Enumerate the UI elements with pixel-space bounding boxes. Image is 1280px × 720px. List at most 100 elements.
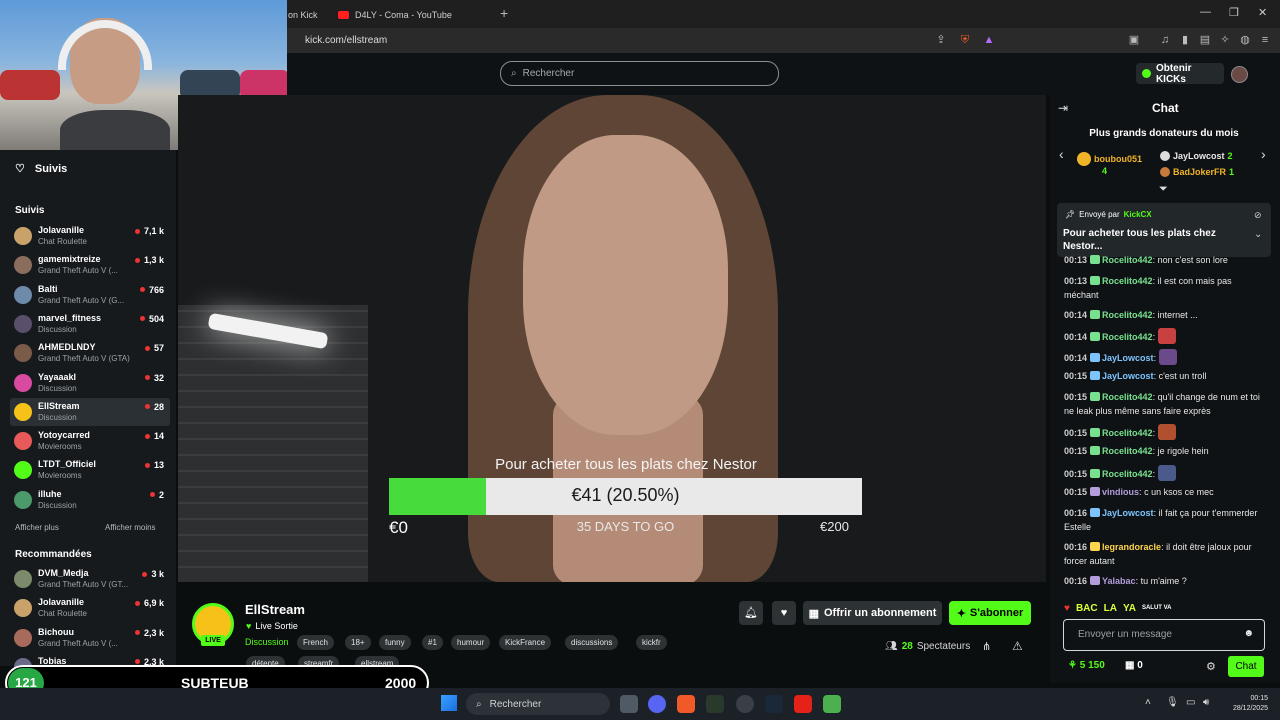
sidebar-channel-ltdt_officiel[interactable]: LTDT_Officiel Movierooms 13 bbox=[10, 456, 170, 484]
vpn-icon[interactable]: ◍ bbox=[1238, 33, 1252, 47]
message-user[interactable]: Rocelito442 bbox=[1102, 392, 1153, 402]
chat-message[interactable]: 00:14 Rocelito442: internet ... bbox=[1064, 308, 1266, 322]
obs-icon[interactable] bbox=[736, 695, 754, 713]
sidebar-channel-illuhe[interactable]: illuhe Discussion 2 bbox=[10, 486, 170, 514]
tag-2[interactable]: funny bbox=[379, 635, 411, 650]
maximize-icon[interactable]: ❐ bbox=[1229, 6, 1239, 19]
sidebar-channel-marvel_fitness[interactable]: marvel_fitness Discussion 504 bbox=[10, 310, 170, 338]
message-user[interactable]: JayLowcost bbox=[1102, 508, 1154, 518]
chat-message[interactable]: 00:14 Rocelito442: bbox=[1064, 328, 1266, 344]
share-icon[interactable]: ⇪ bbox=[934, 33, 948, 47]
filter-icon[interactable]: ⏷ bbox=[1159, 183, 1168, 196]
microphone-icon[interactable]: 🎙︎ bbox=[1166, 697, 1179, 708]
chat-message[interactable]: 00:14 JayLowcost: bbox=[1064, 348, 1266, 365]
subscribe-button[interactable]: ✦ S'abonner bbox=[949, 601, 1031, 625]
chat-message[interactable]: 00:16 legrandoracle: il doit être jaloux … bbox=[1064, 540, 1266, 568]
brave-rewards-icon[interactable]: ▲ bbox=[982, 33, 996, 47]
menu-icon[interactable]: ≡ bbox=[1258, 33, 1272, 47]
windows-start-icon[interactable] bbox=[441, 695, 457, 711]
show-more-link[interactable]: Afficher plus bbox=[15, 523, 59, 532]
notification-bell-button[interactable]: 🔔︎ bbox=[739, 601, 763, 625]
message-user[interactable]: Rocelito442 bbox=[1102, 276, 1153, 286]
message-user[interactable]: legrandoracle bbox=[1102, 542, 1161, 552]
minimize-icon[interactable]: — bbox=[1200, 6, 1211, 18]
taskbar-search[interactable]: ⌕ Rechercher bbox=[466, 693, 610, 715]
get-kicks-button[interactable]: Obtenir KICKs bbox=[1136, 63, 1224, 85]
sidebar-channel-dvm_medja[interactable]: DVM_Medja Grand Theft Auto V (GT... 3 k bbox=[10, 565, 170, 593]
chevron-left-icon[interactable]: ‹ bbox=[1059, 146, 1064, 162]
url-field[interactable]: kick.com/ellstream bbox=[305, 35, 387, 46]
tag-6[interactable]: discussions bbox=[565, 635, 619, 650]
sidebar-channel-jolavanille[interactable]: Jolavanille Chat Roulette 6,9 k bbox=[10, 594, 170, 622]
sidebar-header[interactable]: ♡ Suivis bbox=[15, 162, 67, 176]
sidebar-toggle-icon[interactable]: ▮ bbox=[1178, 33, 1192, 47]
donor-3[interactable]: BadJokerFR 1 bbox=[1160, 167, 1234, 177]
chevron-up-icon[interactable]: ˄ bbox=[1145, 697, 1151, 708]
new-tab-button[interactable]: + bbox=[500, 5, 508, 21]
message-user[interactable]: Rocelito442 bbox=[1102, 255, 1153, 265]
chat-message[interactable]: 00:15 Rocelito442: bbox=[1064, 464, 1266, 481]
gift-count[interactable]: ▦ 0 bbox=[1125, 660, 1143, 671]
leo-ai-icon[interactable]: ✧ bbox=[1218, 33, 1232, 47]
gift-subscription-button[interactable]: ▦ Offrir un abonnement bbox=[803, 601, 942, 625]
unpin-icon[interactable]: ⊘ bbox=[1254, 210, 1262, 221]
sidebar-channel-jolavanille[interactable]: Jolavanille Chat Roulette 7,1 k bbox=[10, 222, 170, 250]
chat-message[interactable]: 00:15 vindious: c un ksos ce mec bbox=[1064, 485, 1266, 499]
tag-5[interactable]: KickFrance bbox=[499, 635, 552, 650]
sidebar-channel-bichouu[interactable]: Bichouu Grand Theft Auto V (... 2,3 k bbox=[10, 624, 170, 652]
stream-category[interactable]: Discussion bbox=[245, 637, 289, 647]
chat-input[interactable]: Envoyer un message ☻ bbox=[1063, 619, 1265, 651]
chevron-down-icon[interactable]: ⌄ bbox=[1254, 229, 1262, 240]
chat-message[interactable]: 00:15 Rocelito442: qu'il change de num et… bbox=[1064, 390, 1266, 418]
channel-points[interactable]: ⚘ 5 150 bbox=[1068, 660, 1105, 671]
sidebar-channel-yotoycarred[interactable]: Yotoycarred Movierooms 14 bbox=[10, 427, 170, 455]
report-icon[interactable]: ⚠ bbox=[1012, 639, 1023, 653]
chevron-right-icon[interactable]: › bbox=[1261, 146, 1266, 162]
tag-1[interactable]: 18+ bbox=[345, 635, 371, 650]
brave-shield-icon[interactable]: ⛨ bbox=[958, 33, 972, 47]
message-user[interactable]: vindious bbox=[1102, 487, 1139, 497]
chat-message[interactable]: 00:13 Rocelito442: il est con mais pas mé… bbox=[1064, 274, 1266, 302]
tag-3[interactable]: #1 bbox=[422, 635, 443, 650]
tag-4[interactable]: humour bbox=[451, 635, 491, 650]
brave-icon[interactable] bbox=[677, 695, 695, 713]
youtube-app-icon[interactable] bbox=[794, 695, 812, 713]
donor-1[interactable]: boubou051 bbox=[1077, 152, 1142, 166]
tag-7[interactable]: kickfr bbox=[636, 635, 667, 650]
music-icon[interactable]: ♫ bbox=[1158, 33, 1172, 47]
message-user[interactable]: Rocelito442 bbox=[1102, 446, 1153, 456]
sidebar-channel-ahmedlndy[interactable]: AHMEDLNDY Grand Theft Auto V (GTA) 57 bbox=[10, 339, 170, 367]
close-icon[interactable]: ✕ bbox=[1258, 6, 1267, 19]
share-icon[interactable]: ⋔ bbox=[982, 640, 991, 653]
sidebar-channel-ellstream[interactable]: EllStream Discussion 28 bbox=[10, 397, 170, 426]
emote-bar[interactable]: ♥ BAC LA YA SALUT VA bbox=[1064, 600, 1264, 616]
settings-icon[interactable]: ⚙ bbox=[1206, 660, 1216, 673]
chat-message[interactable]: 00:15 Rocelito442: je rigole hein bbox=[1064, 444, 1266, 458]
message-user[interactable]: JayLowcost bbox=[1102, 371, 1154, 381]
donor-2[interactable]: JayLowcost 2 bbox=[1160, 151, 1233, 161]
message-user[interactable]: Rocelito442 bbox=[1102, 428, 1153, 438]
collapse-chat-icon[interactable]: ⇥ bbox=[1058, 101, 1068, 115]
clock[interactable]: 00:15 28/12/2025 bbox=[1222, 694, 1268, 714]
app-icon[interactable] bbox=[823, 695, 841, 713]
chat-message[interactable]: 00:15 JayLowcost: c'est un troll bbox=[1064, 369, 1266, 383]
message-user[interactable]: Rocelito442 bbox=[1102, 469, 1153, 479]
discord-icon[interactable] bbox=[648, 695, 666, 713]
chat-message[interactable]: 00:16 Yalabac: tu m'aime ? bbox=[1064, 574, 1266, 588]
tag-0[interactable]: French bbox=[297, 635, 334, 650]
follow-button[interactable]: ♥ bbox=[772, 601, 796, 625]
task-view-icon[interactable] bbox=[620, 695, 638, 713]
screenshot-icon[interactable]: ▣ bbox=[1127, 33, 1141, 47]
steam-icon[interactable] bbox=[765, 695, 783, 713]
emoji-icon[interactable]: ☻ bbox=[1243, 628, 1254, 639]
volume-icon[interactable]: 🔊︎ bbox=[1203, 697, 1209, 708]
network-icon[interactable]: ▭ bbox=[1186, 697, 1195, 708]
tab-youtube[interactable]: D4LY - Coma - YouTube bbox=[338, 4, 452, 26]
kick-app-icon[interactable] bbox=[706, 695, 724, 713]
show-less-link[interactable]: Afficher moins bbox=[105, 523, 156, 532]
message-user[interactable]: Rocelito442 bbox=[1102, 310, 1153, 320]
chat-message[interactable]: 00:16 JayLowcost: il fait ça pour t'emmer… bbox=[1064, 506, 1266, 534]
chat-message[interactable]: 00:15 Rocelito442: bbox=[1064, 423, 1266, 440]
message-user[interactable]: Rocelito442 bbox=[1102, 332, 1153, 342]
message-user[interactable]: Yalabac bbox=[1102, 576, 1136, 586]
